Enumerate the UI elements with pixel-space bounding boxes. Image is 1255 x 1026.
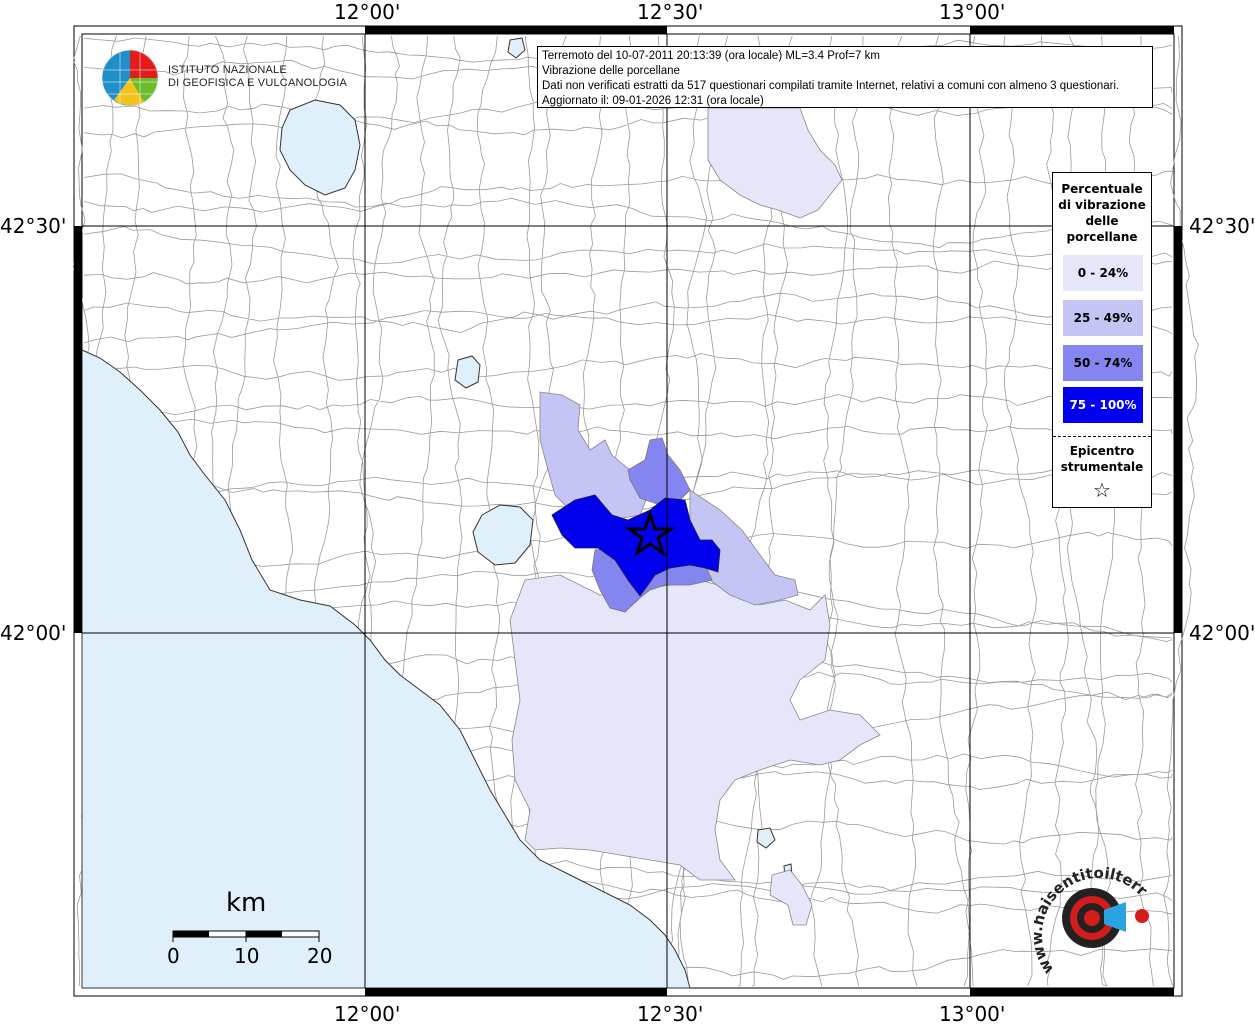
map-info-box: Terremoto del 10-07-2011 20:13:39 (ora l… [537, 46, 1153, 108]
lat-label-right-2: 42°00' [1189, 621, 1255, 645]
ingv-name-line1: ISTITUTO NAZIONALE [168, 64, 287, 76]
legend-star-icon: ☆ [1093, 478, 1111, 502]
legend-epicenter-line: Epicentro [1069, 444, 1135, 458]
legend-title-line: porcellane [1066, 230, 1138, 244]
legend-class-75-100: 75 - 100% [1063, 387, 1143, 423]
lon-label-bottom-2: 12°30' [637, 1002, 704, 1026]
legend-class-50-74: 50 - 74% [1063, 345, 1143, 381]
legend-separator [1053, 436, 1151, 437]
lon-label-bottom-1: 12°00' [334, 1002, 401, 1026]
legend-epicenter-line: strumentale [1060, 460, 1144, 474]
lake-vico [454, 355, 481, 389]
haisentito-logo: www.haisentitoilterremoto.it [1034, 860, 1151, 977]
legend-title-line: di vibrazione [1058, 198, 1146, 212]
data-note: Dati non verificati estratti da 517 ques… [542, 80, 1120, 92]
earthquake-title: Terremoto del 10-07-2011 20:13:39 (ora l… [542, 50, 880, 62]
ingv-name: ISTITUTO NAZIONALE DI GEOFISICA E VULCAN… [168, 64, 347, 90]
lon-label-bottom-3: 13°00' [939, 1002, 1006, 1026]
lat-label-left-1: 42°30' [0, 214, 67, 238]
legend-title: Percentuale di vibrazione delle porcella… [1053, 181, 1151, 245]
lon-label-top-1: 12°00' [334, 0, 401, 24]
lat-label-right-1: 42°30' [1189, 214, 1255, 238]
updated-timestamp: Aggiornato il: 09-01-2026 12:31 (ora loc… [542, 95, 764, 107]
legend-epicenter-label: Epicentro strumentale [1053, 443, 1151, 475]
lon-label-top-2: 12°30' [637, 0, 704, 24]
scale-tick-10: 10 [234, 944, 260, 968]
scale-tick-20: 20 [307, 944, 333, 968]
lon-label-top-3: 13°00' [939, 0, 1006, 24]
lat-label-left-2: 42°00' [0, 621, 67, 645]
legend-class-25-49: 25 - 49% [1063, 300, 1143, 336]
scale-tick-0: 0 [167, 944, 180, 968]
legend-title-line: Percentuale [1061, 182, 1143, 196]
legend-class-0-24: 0 - 24% [1063, 255, 1143, 291]
ingv-name-line2: DI GEOFISICA E VULCANOLOGIA [168, 77, 347, 89]
legend: Percentuale di vibrazione delle porcella… [1052, 172, 1152, 508]
map-subject: Vibrazione delle porcellane [542, 65, 680, 77]
legend-title-line: delle [1085, 214, 1119, 228]
scale-unit: km [226, 888, 267, 918]
